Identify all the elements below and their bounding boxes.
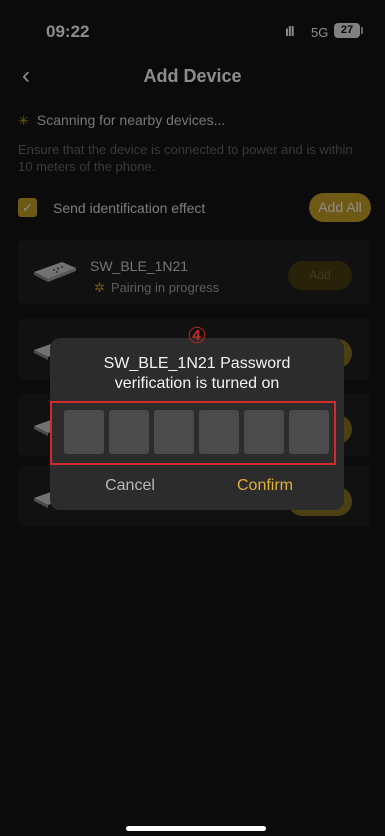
step-marker: ④: [187, 324, 207, 349]
home-indicator[interactable]: [126, 826, 266, 831]
code-digit-2[interactable]: [109, 410, 149, 454]
dialog-title-line-1: SW_BLE_1N21 Password: [103, 355, 291, 372]
code-digit-3[interactable]: [154, 410, 194, 454]
password-input-highlight: [50, 401, 336, 465]
dialog-title-line-2: verification is turned on: [114, 375, 280, 392]
confirm-button[interactable]: Confirm: [215, 476, 315, 496]
dialog-title: SW_BLE_1N21 Password verification is tur…: [50, 354, 344, 394]
code-digit-5[interactable]: [244, 410, 284, 454]
code-digit-6[interactable]: [289, 410, 329, 454]
code-digit-1[interactable]: [64, 410, 104, 454]
code-digit-4[interactable]: [199, 410, 239, 454]
password-dialog: ④ SW_BLE_1N21 Password verification is t…: [50, 324, 344, 510]
cancel-button[interactable]: Cancel: [80, 476, 180, 496]
